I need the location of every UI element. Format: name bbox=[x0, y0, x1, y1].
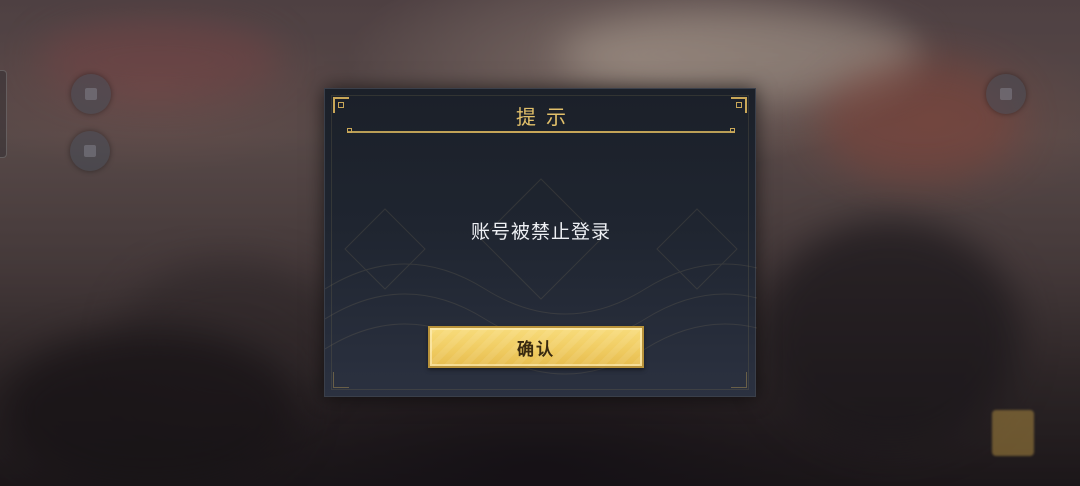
menu-icon[interactable] bbox=[71, 74, 111, 114]
menu-icon[interactable] bbox=[986, 74, 1026, 114]
confirm-button[interactable]: 确认 bbox=[428, 326, 644, 368]
menu-icon[interactable] bbox=[70, 131, 110, 171]
item-slot[interactable] bbox=[992, 410, 1034, 456]
dialog-message: 账号被禁止登录 bbox=[470, 221, 611, 243]
side-panel-handle[interactable] bbox=[0, 70, 7, 158]
confirm-button-label: 确认 bbox=[517, 339, 555, 360]
title-divider bbox=[347, 128, 735, 133]
corner-ornament bbox=[333, 372, 349, 388]
corner-ornament bbox=[731, 372, 747, 388]
dialog-title: 提示 bbox=[516, 105, 576, 129]
alert-dialog: 提示 账号被禁止登录 确认 bbox=[324, 88, 757, 397]
